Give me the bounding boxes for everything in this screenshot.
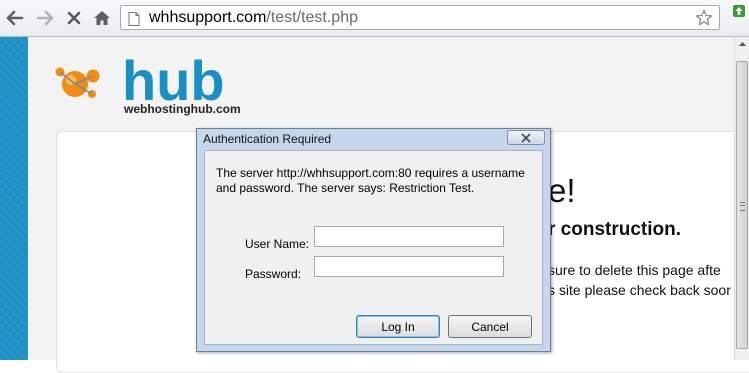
body-text-line: s site please check back soor <box>548 282 731 298</box>
grip-icon <box>740 202 745 211</box>
home-icon[interactable] <box>91 7 113 29</box>
back-arrow-icon[interactable] <box>4 7 26 29</box>
construction-heading: r construction. <box>548 219 682 240</box>
stop-icon[interactable] <box>63 7 85 29</box>
cancel-button[interactable]: Cancel <box>448 315 532 338</box>
password-label: Password: <box>245 267 302 281</box>
authentication-dialog: Authentication Required The server http:… <box>196 128 551 352</box>
close-icon <box>521 132 531 143</box>
url-path: /test/test.php <box>266 9 358 26</box>
login-button[interactable]: Log In <box>356 315 440 338</box>
sidebar-stripe <box>0 37 28 360</box>
body-text-line: sure to delete this page afte <box>548 262 721 278</box>
bookmark-star-icon[interactable] <box>695 9 713 31</box>
url-domain: whhsupport.com <box>149 9 267 26</box>
url-text: whhsupport.com/test/test.php <box>149 9 358 27</box>
welcome-heading: e! <box>548 172 576 209</box>
page-icon <box>128 11 140 30</box>
dialog-title: Authentication Required <box>203 132 332 146</box>
scroll-up-arrow-icon[interactable] <box>735 37 749 52</box>
browser-toolbar: whhsupport.com/test/test.php <box>0 0 749 37</box>
username-field[interactable] <box>314 226 504 247</box>
vertical-scrollbar[interactable] <box>734 37 749 360</box>
extension-icon[interactable] <box>732 3 746 17</box>
username-label: User Name: <box>245 237 310 251</box>
forward-arrow-icon[interactable] <box>34 7 56 29</box>
dialog-body: The server http://whhsupport.com:80 requ… <box>204 150 543 345</box>
scrollbar-thumb[interactable] <box>736 61 748 349</box>
address-bar[interactable]: whhsupport.com/test/test.php <box>120 5 720 30</box>
dialog-message: The server http://whhsupport.com:80 requ… <box>216 166 525 195</box>
logo-subtext: webhostinghub.com <box>124 102 241 116</box>
close-button[interactable] <box>507 130 545 145</box>
password-field[interactable] <box>314 256 504 277</box>
